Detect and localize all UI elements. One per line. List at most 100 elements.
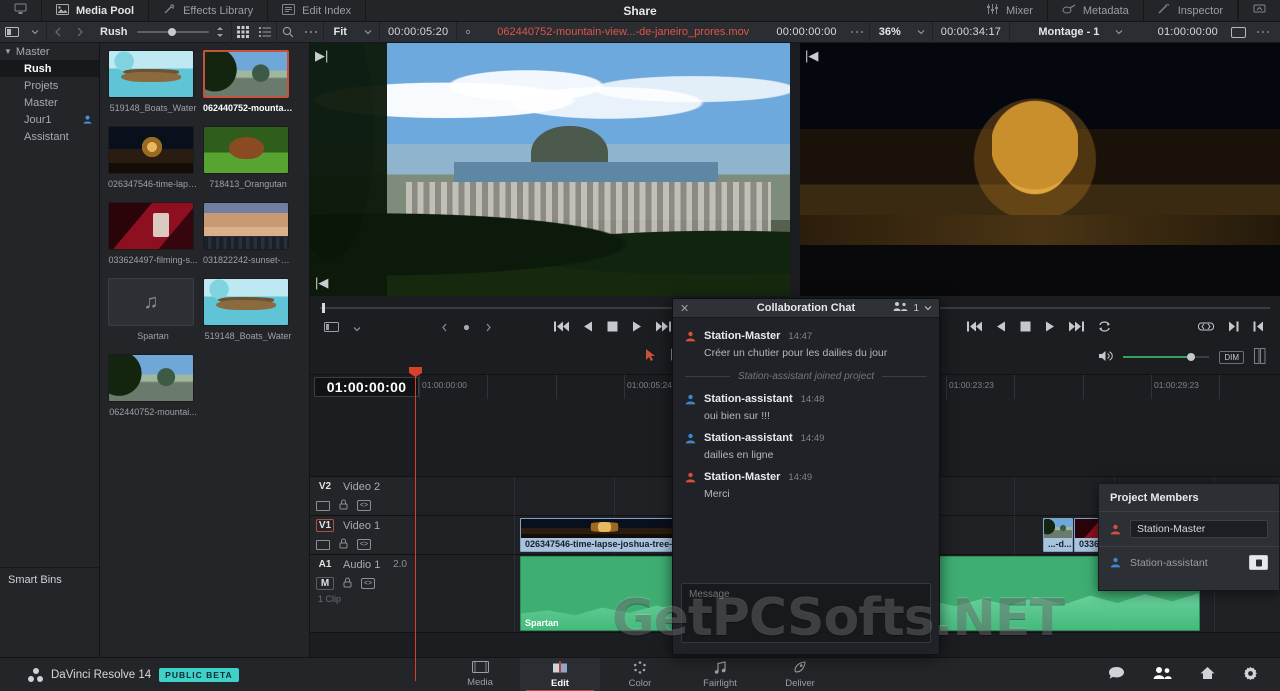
page-media[interactable]: Media bbox=[440, 658, 520, 691]
clip-thumbnail[interactable] bbox=[108, 126, 194, 174]
speaker-icon[interactable] bbox=[1098, 350, 1114, 365]
zoom-percent-label[interactable]: 36% bbox=[870, 26, 910, 38]
tab-inspector[interactable]: Inspector bbox=[1144, 0, 1238, 22]
chevron-down-icon[interactable]: ▼ bbox=[4, 47, 12, 56]
track-auto-select-icon[interactable]: <> bbox=[357, 539, 371, 550]
gear-icon[interactable] bbox=[1243, 666, 1258, 684]
next-edit-button[interactable] bbox=[1221, 320, 1246, 335]
viewer-options-button[interactable] bbox=[845, 22, 869, 43]
play-button[interactable] bbox=[1038, 320, 1062, 335]
media-pool-item-selected[interactable]: 062440752-mountai... bbox=[203, 50, 298, 113]
nav-forward-button[interactable] bbox=[69, 22, 91, 43]
jump-to-start-button[interactable] bbox=[547, 320, 576, 335]
sidebar-item-master-root[interactable]: ▼ Master bbox=[0, 43, 99, 60]
track-mute-button[interactable]: M bbox=[316, 577, 334, 590]
loop-button[interactable] bbox=[1091, 320, 1118, 335]
lock-icon[interactable] bbox=[343, 577, 352, 591]
project-member-row[interactable]: Station-assistant bbox=[1099, 547, 1279, 578]
media-pool-item[interactable]: 519148_Boats_Water bbox=[108, 50, 203, 113]
sidebar-item-projets[interactable]: Projets bbox=[0, 77, 99, 94]
lock-icon[interactable] bbox=[339, 499, 348, 513]
add-marker-button[interactable] bbox=[455, 320, 478, 335]
viewer-mode-caret[interactable] bbox=[346, 320, 368, 335]
selection-arrow-icon[interactable] bbox=[645, 348, 657, 365]
timeline-name-caret[interactable] bbox=[1108, 22, 1130, 43]
thumbnail-view-caret[interactable] bbox=[24, 22, 46, 43]
media-pool-item[interactable]: 031822242-sunset-w... bbox=[203, 202, 298, 265]
jump-to-end-button[interactable] bbox=[1062, 320, 1091, 335]
jump-to-start-button[interactable] bbox=[960, 320, 989, 335]
collapse-panel-button[interactable] bbox=[1238, 0, 1280, 22]
sidebar-item-jour1[interactable]: Jour1 bbox=[0, 111, 99, 128]
media-pool-item[interactable]: 062440752-mountai... bbox=[108, 354, 203, 417]
page-edit[interactable]: Edit bbox=[520, 657, 600, 691]
lock-icon[interactable] bbox=[339, 538, 348, 552]
timeline-viewer[interactable]: |◀ bbox=[800, 43, 1280, 296]
page-color[interactable]: Color bbox=[600, 658, 680, 691]
in-point-icon[interactable]: ▶| bbox=[315, 48, 328, 64]
sidebar-item-rush[interactable]: Rush bbox=[0, 60, 99, 77]
clip-thumbnail[interactable] bbox=[203, 126, 289, 174]
zoom-percent-caret[interactable] bbox=[910, 22, 932, 43]
zoom-fit-label[interactable]: Fit bbox=[324, 26, 357, 38]
list-view-button[interactable] bbox=[254, 22, 276, 43]
stop-button[interactable] bbox=[600, 320, 625, 335]
clip-thumbnail[interactable] bbox=[108, 354, 194, 402]
page-fairlight[interactable]: Fairlight bbox=[680, 658, 760, 691]
members-icon[interactable] bbox=[893, 301, 908, 315]
more-options-button[interactable] bbox=[299, 22, 323, 43]
dim-button[interactable]: DIM bbox=[1219, 350, 1244, 364]
nav-back-button[interactable] bbox=[47, 22, 69, 43]
prev-edit-button[interactable] bbox=[1246, 320, 1280, 335]
thumbnail-view-button[interactable] bbox=[0, 22, 24, 43]
thumbnail-size-slider[interactable] bbox=[136, 22, 209, 43]
track-id-v1[interactable]: V1 bbox=[316, 519, 334, 532]
timeline-playhead[interactable] bbox=[409, 367, 422, 681]
media-pool-item[interactable]: 033624497-filming-s... bbox=[108, 202, 203, 265]
project-member-row[interactable]: Station-Master bbox=[1099, 512, 1279, 547]
timeline-clip[interactable]: ...-d... bbox=[1043, 518, 1073, 552]
out-point-icon[interactable]: |◀ bbox=[315, 275, 328, 291]
play-reverse-button[interactable] bbox=[576, 320, 600, 335]
search-button[interactable] bbox=[277, 22, 299, 43]
clip-thumbnail[interactable] bbox=[203, 278, 289, 326]
next-marker-button[interactable] bbox=[478, 320, 499, 335]
chevron-down-icon[interactable] bbox=[924, 303, 932, 314]
tab-mixer[interactable]: Mixer bbox=[972, 0, 1048, 22]
music-note-icon[interactable]: ♫ bbox=[108, 278, 194, 326]
track-id-v2[interactable]: V2 bbox=[316, 480, 334, 493]
volume-slider[interactable] bbox=[1123, 351, 1210, 363]
stop-button[interactable] bbox=[1013, 320, 1038, 335]
clip-thumbnail[interactable] bbox=[108, 50, 194, 98]
display-mode-button[interactable] bbox=[1226, 22, 1251, 43]
out-point-icon[interactable]: |◀ bbox=[805, 48, 818, 64]
project-member-name[interactable]: Station-Master bbox=[1130, 520, 1268, 538]
prev-marker-button[interactable] bbox=[434, 320, 455, 335]
tab-effects-library[interactable]: Effects Library bbox=[149, 0, 269, 22]
full-extent-button[interactable] bbox=[1191, 320, 1221, 335]
clip-thumbnail[interactable] bbox=[108, 202, 194, 250]
timeline-clip[interactable]: 026347546-time-lapse-joshua-tree-night-4 bbox=[520, 518, 686, 552]
source-marker-icon[interactable] bbox=[457, 22, 479, 43]
clip-thumbnail[interactable] bbox=[203, 50, 289, 98]
chat-message-input[interactable] bbox=[681, 583, 931, 643]
grid-view-button[interactable] bbox=[232, 22, 254, 43]
tab-media-pool[interactable]: Media Pool bbox=[42, 0, 150, 22]
media-pool-item[interactable]: 718413_Orangutan bbox=[203, 126, 298, 189]
sidebar-item-master[interactable]: Master bbox=[0, 94, 99, 111]
timeline-options-button[interactable] bbox=[1251, 22, 1280, 43]
chat-bubble-icon[interactable] bbox=[1108, 666, 1125, 683]
tab-edit-index[interactable]: Edit Index bbox=[268, 0, 367, 22]
media-pool-item-audio[interactable]: ♫ Spartan bbox=[108, 278, 203, 341]
sort-order-button[interactable] bbox=[209, 22, 231, 43]
tab-metadata[interactable]: Metadata bbox=[1048, 0, 1144, 22]
zoom-fit-caret[interactable] bbox=[357, 22, 379, 43]
play-button[interactable] bbox=[625, 320, 649, 335]
media-pool-item[interactable]: 026347546-time-laps... bbox=[108, 126, 203, 189]
home-icon[interactable] bbox=[1200, 666, 1215, 683]
play-reverse-button[interactable] bbox=[989, 320, 1013, 335]
media-pool-item[interactable]: 519148_Boats_Water bbox=[203, 278, 298, 341]
track-video-toggle-icon[interactable] bbox=[316, 539, 330, 550]
workspace-button[interactable] bbox=[0, 0, 42, 22]
source-viewer[interactable]: ▶| |◀ bbox=[310, 43, 790, 296]
